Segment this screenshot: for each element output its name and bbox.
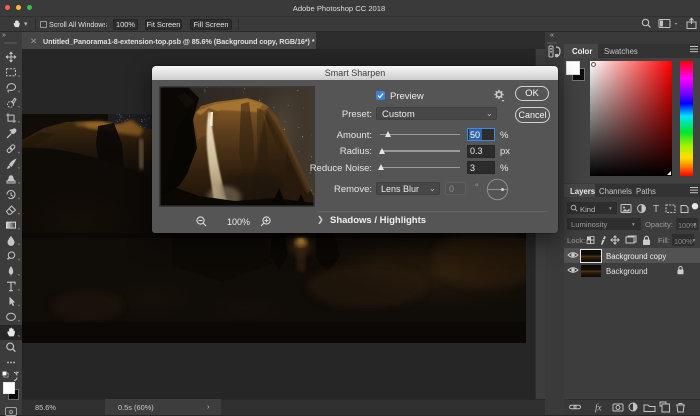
svg-text:fx: fx — [595, 403, 602, 413]
svg-text:T: T — [653, 204, 659, 215]
